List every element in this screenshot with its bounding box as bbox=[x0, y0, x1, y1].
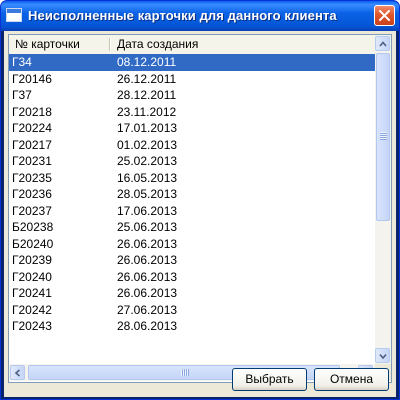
arrow-down-icon bbox=[379, 353, 387, 360]
table-row[interactable]: Г20217 01.02.2013 bbox=[9, 137, 375, 154]
card-number-cell: Г20231 bbox=[12, 154, 52, 168]
card-number-cell: Г20240 bbox=[12, 269, 52, 284]
card-number-cell: Г20224 bbox=[12, 121, 52, 135]
creation-date-cell: 28.05.2013 bbox=[117, 187, 178, 201]
column-separator[interactable] bbox=[109, 38, 110, 51]
table-row[interactable]: Г20243 28.06.2013 bbox=[9, 318, 375, 335]
table-row[interactable]: Г20235 16.05.2013 bbox=[9, 170, 375, 187]
table-row[interactable]: Г20231 25.02.2013 bbox=[9, 153, 375, 170]
grip-icon bbox=[181, 369, 189, 376]
list-header: № карточки Дата создания bbox=[9, 35, 375, 55]
creation-date-cell: 16.05.2013 bbox=[117, 170, 178, 185]
table-row[interactable]: Г20224 17.01.2013 bbox=[9, 120, 375, 137]
vertical-scroll-thumb[interactable] bbox=[376, 53, 390, 221]
column-header-card-number[interactable]: № карточки bbox=[15, 35, 80, 53]
creation-date-cell: 23.11.2012 bbox=[117, 104, 177, 119]
card-number-cell: Г20242 bbox=[12, 302, 52, 317]
creation-date-cell: 25.02.2013 bbox=[117, 154, 178, 168]
card-number-cell: Г37 bbox=[12, 88, 32, 102]
table-row[interactable]: Б20240 26.06.2013 bbox=[9, 236, 375, 253]
card-number-cell: Г34 bbox=[12, 55, 32, 69]
table-row[interactable]: Г20218 23.11.2012 bbox=[9, 104, 375, 121]
dialog-window: Неисполненные карточки для данного клиен… bbox=[0, 0, 400, 400]
card-number-cell: Б20240 bbox=[12, 236, 54, 251]
table-row[interactable]: Г20240 26.06.2013 bbox=[9, 269, 375, 286]
scroll-left-button[interactable] bbox=[10, 365, 25, 380]
dialog-body: № карточки Дата создания Г34 08.12.2011 Г2… bbox=[4, 31, 396, 397]
close-button[interactable] bbox=[374, 5, 395, 26]
vertical-scrollbar[interactable] bbox=[375, 35, 391, 364]
close-icon bbox=[379, 10, 390, 21]
card-number-cell: Г20243 bbox=[12, 319, 52, 333]
card-number-cell: Г20146 bbox=[12, 71, 52, 86]
creation-date-cell: 26.06.2013 bbox=[117, 253, 178, 267]
creation-date-cell: 01.02.2013 bbox=[117, 137, 178, 152]
select-button[interactable]: Выбрать bbox=[232, 368, 307, 391]
table-row[interactable]: Г20242 27.06.2013 bbox=[9, 302, 375, 319]
arrow-left-icon bbox=[14, 369, 21, 377]
grip-icon bbox=[380, 132, 387, 140]
creation-date-cell: 26.12.2011 bbox=[117, 71, 177, 86]
table-row[interactable]: Г20146 26.12.2011 bbox=[9, 71, 375, 88]
column-header-creation-date[interactable]: Дата создания bbox=[117, 35, 198, 53]
card-number-cell: Г20218 bbox=[12, 104, 52, 119]
creation-date-cell: 17.01.2013 bbox=[117, 121, 178, 135]
window-title: Неисполненные карточки для данного клиен… bbox=[28, 8, 337, 23]
cancel-button[interactable]: Отмена bbox=[314, 368, 389, 391]
table-row[interactable]: Г20237 17.06.2013 bbox=[9, 203, 375, 220]
window-icon bbox=[6, 8, 22, 22]
creation-date-cell: 26.06.2013 bbox=[117, 286, 178, 300]
table-row[interactable]: Б20238 25.06.2013 bbox=[9, 219, 375, 236]
creation-date-cell: 28.06.2013 bbox=[117, 319, 178, 333]
creation-date-cell: 26.06.2013 bbox=[117, 269, 178, 284]
card-number-cell: Б20238 bbox=[12, 220, 54, 234]
creation-date-cell: 08.12.2011 bbox=[117, 55, 177, 69]
creation-date-cell: 26.06.2013 bbox=[117, 236, 178, 251]
card-number-cell: Г20239 bbox=[12, 253, 52, 267]
card-number-cell: Г20241 bbox=[12, 286, 52, 300]
cards-list[interactable]: № карточки Дата создания Г34 08.12.2011 Г2… bbox=[8, 34, 392, 383]
table-row[interactable]: Г20241 26.06.2013 bbox=[9, 285, 375, 302]
card-number-cell: Г20217 bbox=[12, 137, 52, 152]
card-number-cell: Г20237 bbox=[12, 203, 52, 218]
creation-date-cell: 25.06.2013 bbox=[117, 220, 178, 234]
table-row[interactable]: Г20239 26.06.2013 bbox=[9, 252, 375, 269]
creation-date-cell: 28.12.2011 bbox=[117, 88, 177, 102]
table-row[interactable]: Г20236 28.05.2013 bbox=[9, 186, 375, 203]
card-number-cell: Г20236 bbox=[12, 187, 52, 201]
scroll-up-button[interactable] bbox=[375, 36, 390, 51]
scroll-down-button[interactable] bbox=[375, 348, 390, 363]
creation-date-cell: 27.06.2013 bbox=[117, 302, 178, 317]
table-row[interactable]: Г34 08.12.2011 bbox=[9, 54, 375, 71]
arrow-up-icon bbox=[379, 41, 387, 47]
title-bar[interactable]: Неисполненные карточки для данного клиен… bbox=[1, 1, 399, 31]
list-rows: Г34 08.12.2011 Г20146 26.12.2011 Г37 28.12.20… bbox=[9, 54, 375, 335]
creation-date-cell: 17.06.2013 bbox=[117, 203, 178, 218]
table-row[interactable]: Г37 28.12.2011 bbox=[9, 87, 375, 104]
card-number-cell: Г20235 bbox=[12, 170, 52, 185]
